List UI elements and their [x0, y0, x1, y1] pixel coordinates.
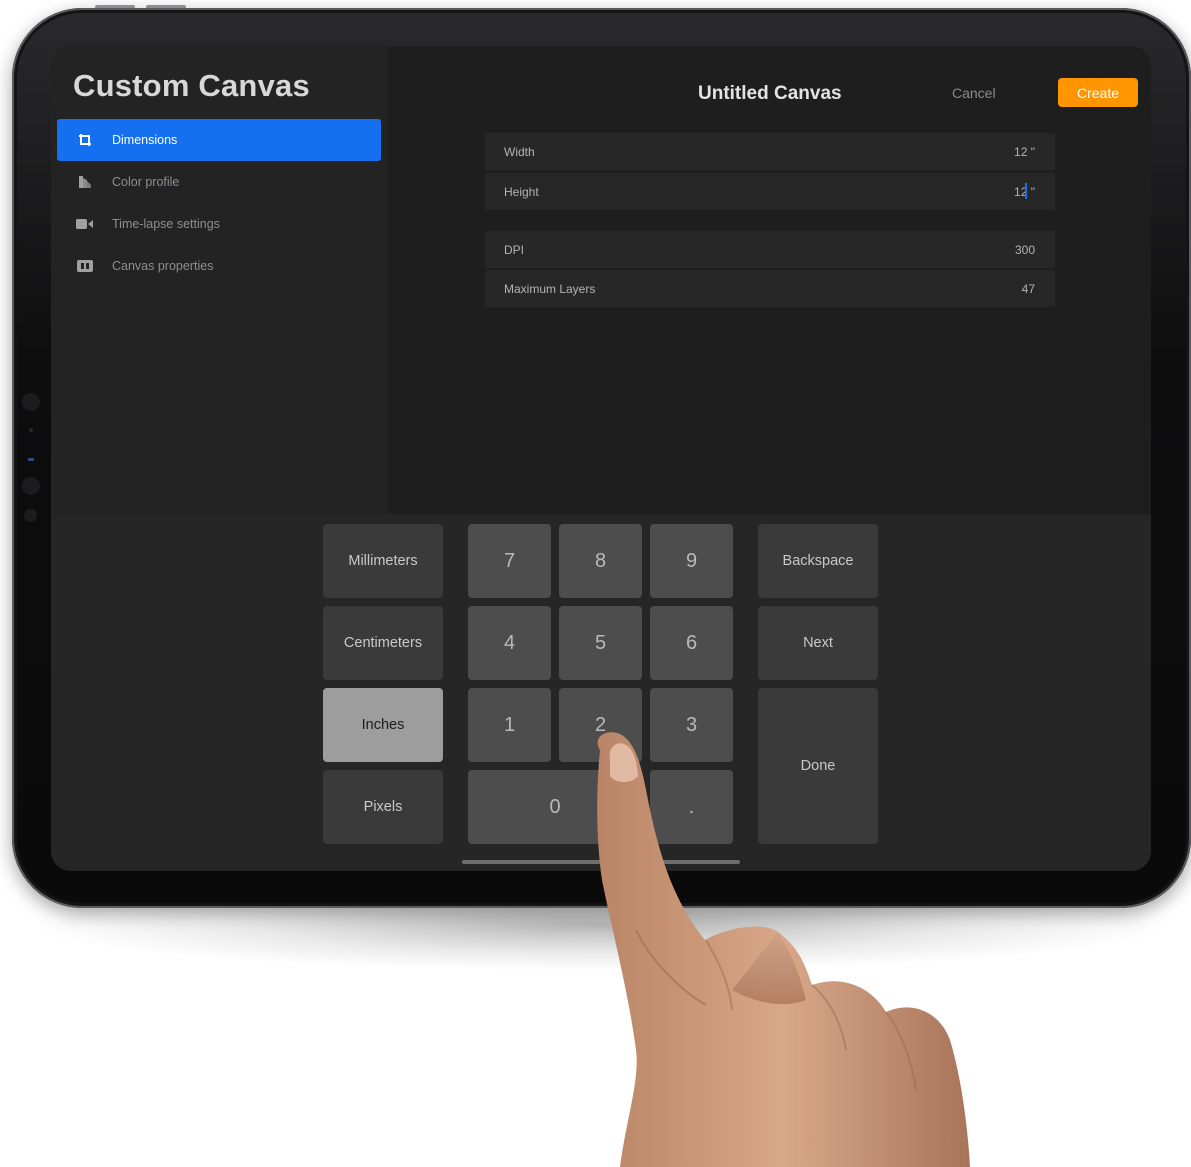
color-profile-icon — [76, 175, 94, 189]
sidebar-item-label: Dimensions — [112, 133, 178, 147]
canvas-title: Untitled Canvas — [698, 83, 842, 104]
sidebar: Custom Canvas Dimensions Color profile T… — [51, 46, 388, 514]
unit-pixels-key[interactable]: Pixels — [323, 770, 443, 844]
pencil-magnet-icon — [22, 477, 40, 495]
field-label: Maximum Layers — [504, 281, 596, 296]
digit-0-key[interactable]: 0 — [468, 770, 642, 844]
field-value: 12 " — [1014, 144, 1035, 159]
backspace-key[interactable]: Backspace — [758, 524, 878, 598]
sidebar-item-canvas-properties[interactable]: Canvas properties — [57, 245, 381, 287]
digit-4-key[interactable]: 4 — [468, 606, 551, 680]
sidebar-item-label: Color profile — [112, 175, 180, 189]
field-label: Width — [504, 144, 535, 159]
sidebar-item-time-lapse[interactable]: Time-lapse settings — [57, 203, 381, 245]
canvas-properties-icon — [76, 259, 94, 273]
field-value: 47 — [1021, 281, 1035, 296]
sensor-icon — [29, 428, 33, 432]
cancel-button[interactable]: Cancel — [952, 85, 996, 101]
dpi-field[interactable]: DPI 300 — [485, 231, 1055, 268]
pencil-magnet-icon — [22, 393, 40, 411]
field-label: DPI — [504, 242, 525, 257]
numeric-keyboard: Millimeters Centimeters Inches Pixels 7 … — [51, 514, 1151, 871]
decimal-point-key[interactable]: . — [650, 770, 733, 844]
camera-icon — [24, 509, 37, 522]
app-screen: Custom Canvas Dimensions Color profile T… — [51, 46, 1151, 871]
next-key[interactable]: Next — [758, 606, 878, 680]
sidebar-title: Custom Canvas — [73, 68, 310, 103]
height-field[interactable]: Height 12 " — [485, 173, 1055, 210]
sidebar-item-color-profile[interactable]: Color profile — [57, 161, 381, 203]
digit-6-key[interactable]: 6 — [650, 606, 733, 680]
sidebar-item-dimensions[interactable]: Dimensions — [57, 119, 381, 161]
digit-7-key[interactable]: 7 — [468, 524, 551, 598]
home-indicator — [462, 860, 740, 864]
digit-5-key[interactable]: 5 — [559, 606, 642, 680]
crop-icon — [76, 133, 94, 147]
sensor-icon — [28, 458, 34, 461]
video-camera-icon — [76, 217, 94, 231]
field-value: 300 — [1014, 242, 1035, 257]
unit-inches-key[interactable]: Inches — [323, 688, 443, 762]
digit-1-key[interactable]: 1 — [468, 688, 551, 762]
width-field[interactable]: Width 12 " — [485, 133, 1055, 170]
create-button[interactable]: Create — [1058, 78, 1138, 107]
sidebar-item-label: Canvas properties — [112, 259, 214, 273]
digit-2-key[interactable]: 2 — [559, 688, 642, 762]
sidebar-item-label: Time-lapse settings — [112, 217, 220, 231]
field-value-wrap: 12 " — [1014, 182, 1035, 199]
digit-9-key[interactable]: 9 — [650, 524, 733, 598]
field-label: Height — [504, 184, 539, 199]
digit-3-key[interactable]: 3 — [650, 688, 733, 762]
maximum-layers-field[interactable]: Maximum Layers 47 — [485, 270, 1055, 307]
text-caret — [1025, 182, 1027, 199]
main-panel: Untitled Canvas Cancel Create Width 12 "… — [388, 46, 1151, 514]
digit-8-key[interactable]: 8 — [559, 524, 642, 598]
unit-millimeters-key[interactable]: Millimeters — [323, 524, 443, 598]
done-key[interactable]: Done — [758, 688, 878, 844]
unit-centimeters-key[interactable]: Centimeters — [323, 606, 443, 680]
